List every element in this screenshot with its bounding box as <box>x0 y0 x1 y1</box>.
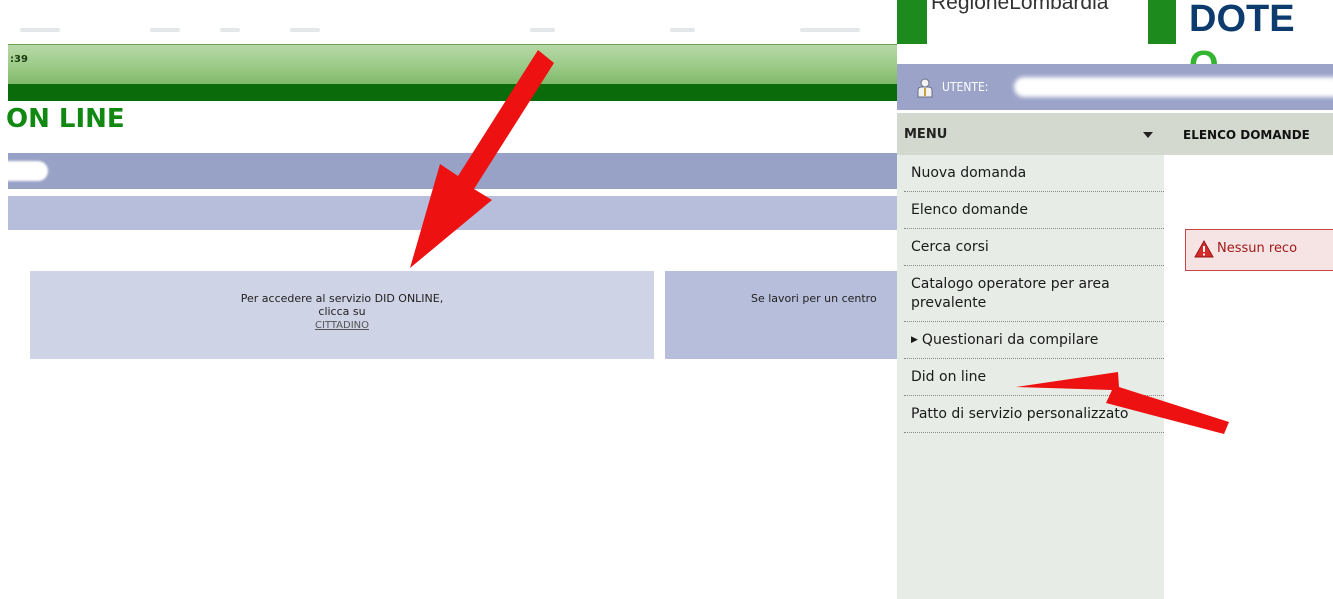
no-records-alert: Nessun reco <box>1185 229 1333 271</box>
menu-item-label: Did on line <box>911 369 987 385</box>
regione-logo-text: RegioneLombardia <box>931 0 1109 14</box>
menu-item-nuova-domanda[interactable]: Nuova domanda <box>904 155 1164 192</box>
top-blurred-strip <box>0 0 897 44</box>
app-title-main: DOTE <box>1189 0 1295 40</box>
chevron-down-icon[interactable] <box>1143 132 1153 138</box>
content-header-title: ELENCO DOMANDE <box>1183 128 1310 142</box>
user-bar: UTENTE: <box>897 64 1333 110</box>
menu-item-label: Cerca corsi <box>911 239 989 255</box>
menu-item-catalogo-operatore[interactable]: Catalogo operatore per area prevalente <box>904 266 1164 322</box>
menu-item-cerca-corsi[interactable]: Cerca corsi <box>904 229 1164 266</box>
expand-arrow-icon: ▶ <box>911 335 918 345</box>
citizen-line2: clicca su <box>318 305 366 318</box>
sub-bar <box>8 196 897 230</box>
user-label: UTENTE: <box>942 80 989 94</box>
warning-icon <box>1194 240 1214 258</box>
user-icon <box>917 78 933 98</box>
menu-item-questionari[interactable]: ▶ Questionari da compilare <box>904 322 1164 359</box>
menu-item-label: Patto di servizio personalizzato <box>911 406 1129 422</box>
left-screenshot-panel: :39 ON LINE Per accedere al servizio DID… <box>0 0 897 599</box>
page-title: ON LINE <box>6 104 125 134</box>
header-dark-green-band <box>8 84 897 101</box>
menu-item-label: Catalogo operatore per area prevalente <box>911 276 1110 311</box>
clock-text: :39 <box>10 54 28 65</box>
redacted-username <box>1014 77 1333 97</box>
menu-item-elenco-domande[interactable]: Elenco domande <box>904 192 1164 229</box>
menu-item-label: Elenco domande <box>911 202 1028 218</box>
menu-item-label: Nuova domanda <box>911 165 1027 181</box>
header-green-bar: :39 <box>8 44 897 84</box>
citizen-access-box: Per accedere al servizio DID ONLINE, cli… <box>30 271 654 359</box>
sidebar-menu: MENU Nuova domanda Elenco domande Cerca … <box>897 113 1164 599</box>
cittadino-link[interactable]: CITTADINO <box>315 320 369 331</box>
alert-text: Nessun reco <box>1217 241 1298 256</box>
citizen-line1: Per accedere al servizio DID ONLINE, <box>240 292 444 305</box>
user-bar <box>0 153 897 189</box>
operator-text: Se lavori per un centro <box>751 292 877 305</box>
menu-item-label: Questionari da compilare <box>921 332 1099 348</box>
content-header: ELENCO DOMANDE <box>1164 113 1333 155</box>
menu-header-label: MENU <box>904 127 948 142</box>
menu-item-did-on-line[interactable]: Did on line <box>904 359 1164 396</box>
right-screenshot-panel: RegioneLombardia DOTE O UTENTE: MENU Nuo… <box>897 0 1333 599</box>
redacted-username <box>0 161 48 181</box>
logo-green-block <box>897 0 927 44</box>
menu-item-patto-di-servizio[interactable]: Patto di servizio personalizzato <box>904 396 1164 433</box>
menu-list: Nuova domanda Elenco domande Cerca corsi… <box>904 155 1164 433</box>
logo-green-block-2 <box>1148 0 1176 44</box>
menu-header[interactable]: MENU <box>897 113 1164 155</box>
operator-access-box: Se lavori per un centro <box>665 271 897 359</box>
